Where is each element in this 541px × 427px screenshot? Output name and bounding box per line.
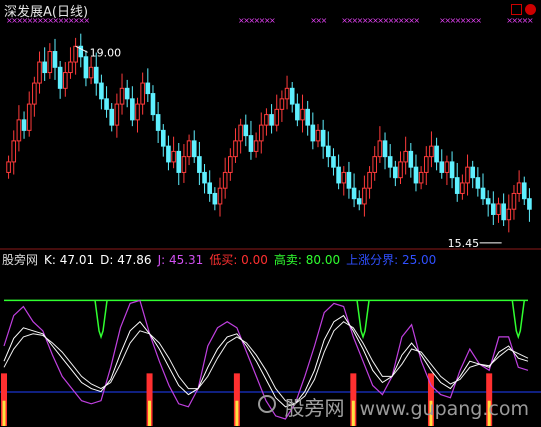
sell-signal-spike [94, 300, 108, 340]
scroll-up-icon[interactable] [511, 4, 522, 15]
buy-signal-core [2, 400, 6, 426]
chart-title: 深发展A(日线) [4, 1, 88, 20]
indicator-value-5: 高卖: 80.00 [273, 253, 341, 267]
buy-signal-core [235, 400, 239, 426]
period-label: (日线) [51, 5, 89, 20]
close-icon[interactable] [525, 4, 536, 15]
buy-signal-core [148, 400, 152, 426]
indicator-value-3: J: 45.31 [157, 253, 204, 267]
watermark: 股旁网 www.gupang.com [258, 392, 529, 421]
watermark-cn: 股旁网 [284, 396, 345, 420]
watermark-url: www.gupang.com [359, 398, 529, 420]
indicator-value-0: 股旁网 [2, 253, 39, 267]
indicator-value-4: 低买: 0.00 [209, 253, 268, 267]
indicator-values-row: 股旁网 K: 47.01 D: 47.86 J: 45.31 低买: 0.00 高卖: 8… [2, 251, 442, 267]
indicator-value-2: D: 47.86 [100, 253, 152, 267]
chart-screen: × × × × × × × × × × × × × × × × × × × × × × × × × × × × × × × × × × × × × × × ×… [0, 0, 541, 427]
sell-signal-spike [356, 300, 370, 340]
stock-title: 深发展A [4, 5, 52, 20]
indicator-value-6: 上涨分界: 25.00 [346, 253, 437, 267]
indicator-chart [0, 299, 541, 426]
indicator-value-1: K: 47.01 [44, 253, 95, 267]
sell-signal-spike [511, 300, 526, 340]
